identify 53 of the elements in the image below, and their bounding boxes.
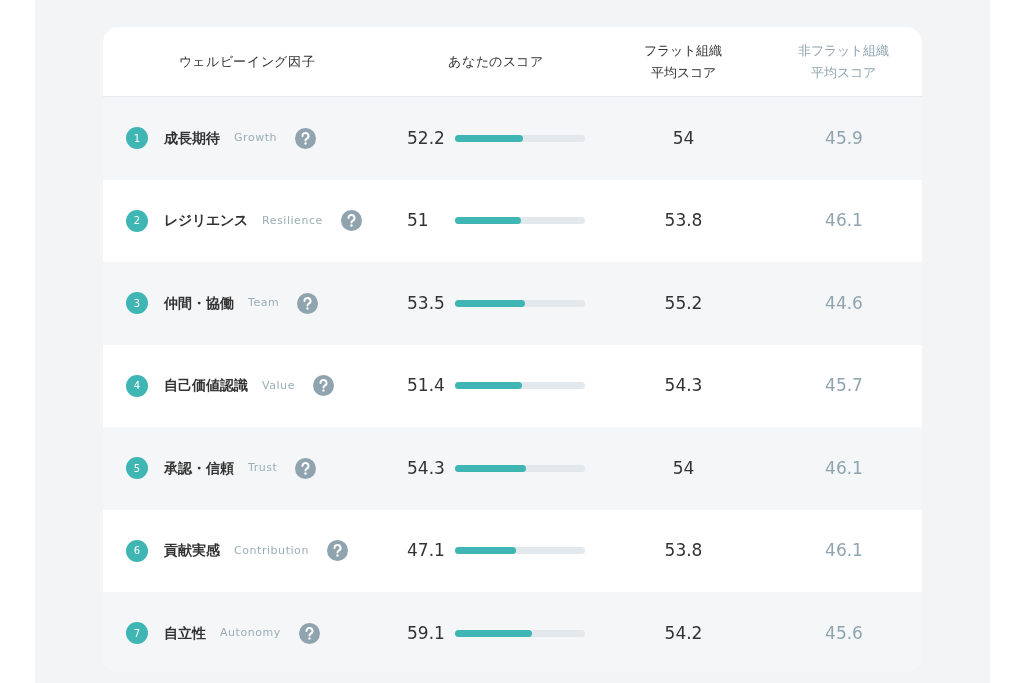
score-value: 51 [407,209,430,232]
factor-name: 貢献実感 [164,541,220,561]
column-header: フラット組織平均スコア [644,41,723,82]
score-value: 51.4 [407,374,446,397]
number-badge: 7 [126,622,148,645]
number-badge: 6 [126,539,148,562]
non-flat-average: 45.6 [825,621,863,645]
flat-average: 54.2 [664,621,703,645]
factor-name: レジリエンス [164,211,248,231]
factor-english: Resilience [262,212,323,229]
column-header: あなたのスコア [448,52,544,71]
factor-english: Value [262,377,295,394]
score-value: 54.3 [407,456,446,480]
help-icon[interactable] [312,375,334,397]
non-flat-average: 45.9 [825,126,863,150]
number-badge: 3 [126,292,148,315]
flat-average: 54 [672,456,695,480]
factor-name: 承認・信頼 [164,458,234,478]
non-flat-average: 44.6 [825,291,863,315]
non-flat-average: 46.1 [825,456,863,480]
column-header: ウェルビーイング因子 [178,52,316,71]
help-icon[interactable] [326,540,348,562]
factor-name: 成長期待 [164,128,220,148]
help-icon[interactable] [340,210,362,232]
non-flat-average: 46.1 [825,209,863,232]
factor-name: 自立性 [164,623,206,643]
factor-english: Growth [234,130,278,146]
factor-name: 仲間・協働 [164,293,234,313]
flat-average: 53.8 [664,539,703,562]
help-icon[interactable] [297,292,319,314]
column-header: 非フラット組織平均スコア [798,41,890,82]
flat-average: 54.3 [664,374,703,397]
help-icon[interactable] [295,457,317,479]
number-badge: 5 [126,457,148,480]
help-icon[interactable] [298,622,320,644]
factor-name: 自己価値認識 [164,376,248,396]
score-value: 47.1 [407,539,446,562]
factor-english: Trust [248,460,278,476]
non-flat-average: 45.7 [825,374,863,397]
factor-english: Contribution [234,542,309,559]
flat-average: 55.2 [664,291,703,315]
number-badge: 4 [126,374,148,397]
flat-average: 53.8 [664,209,703,232]
factor-english: Team [248,295,280,311]
score-value: 59.1 [407,621,446,645]
non-flat-average: 46.1 [825,539,863,562]
flat-average: 54 [672,126,695,150]
score-value: 53.5 [407,291,446,315]
help-icon[interactable] [295,127,317,149]
score-value: 52.2 [407,126,446,150]
factor-english: Autonomy [220,625,281,641]
number-badge: 2 [126,209,148,232]
number-badge: 1 [126,127,148,150]
